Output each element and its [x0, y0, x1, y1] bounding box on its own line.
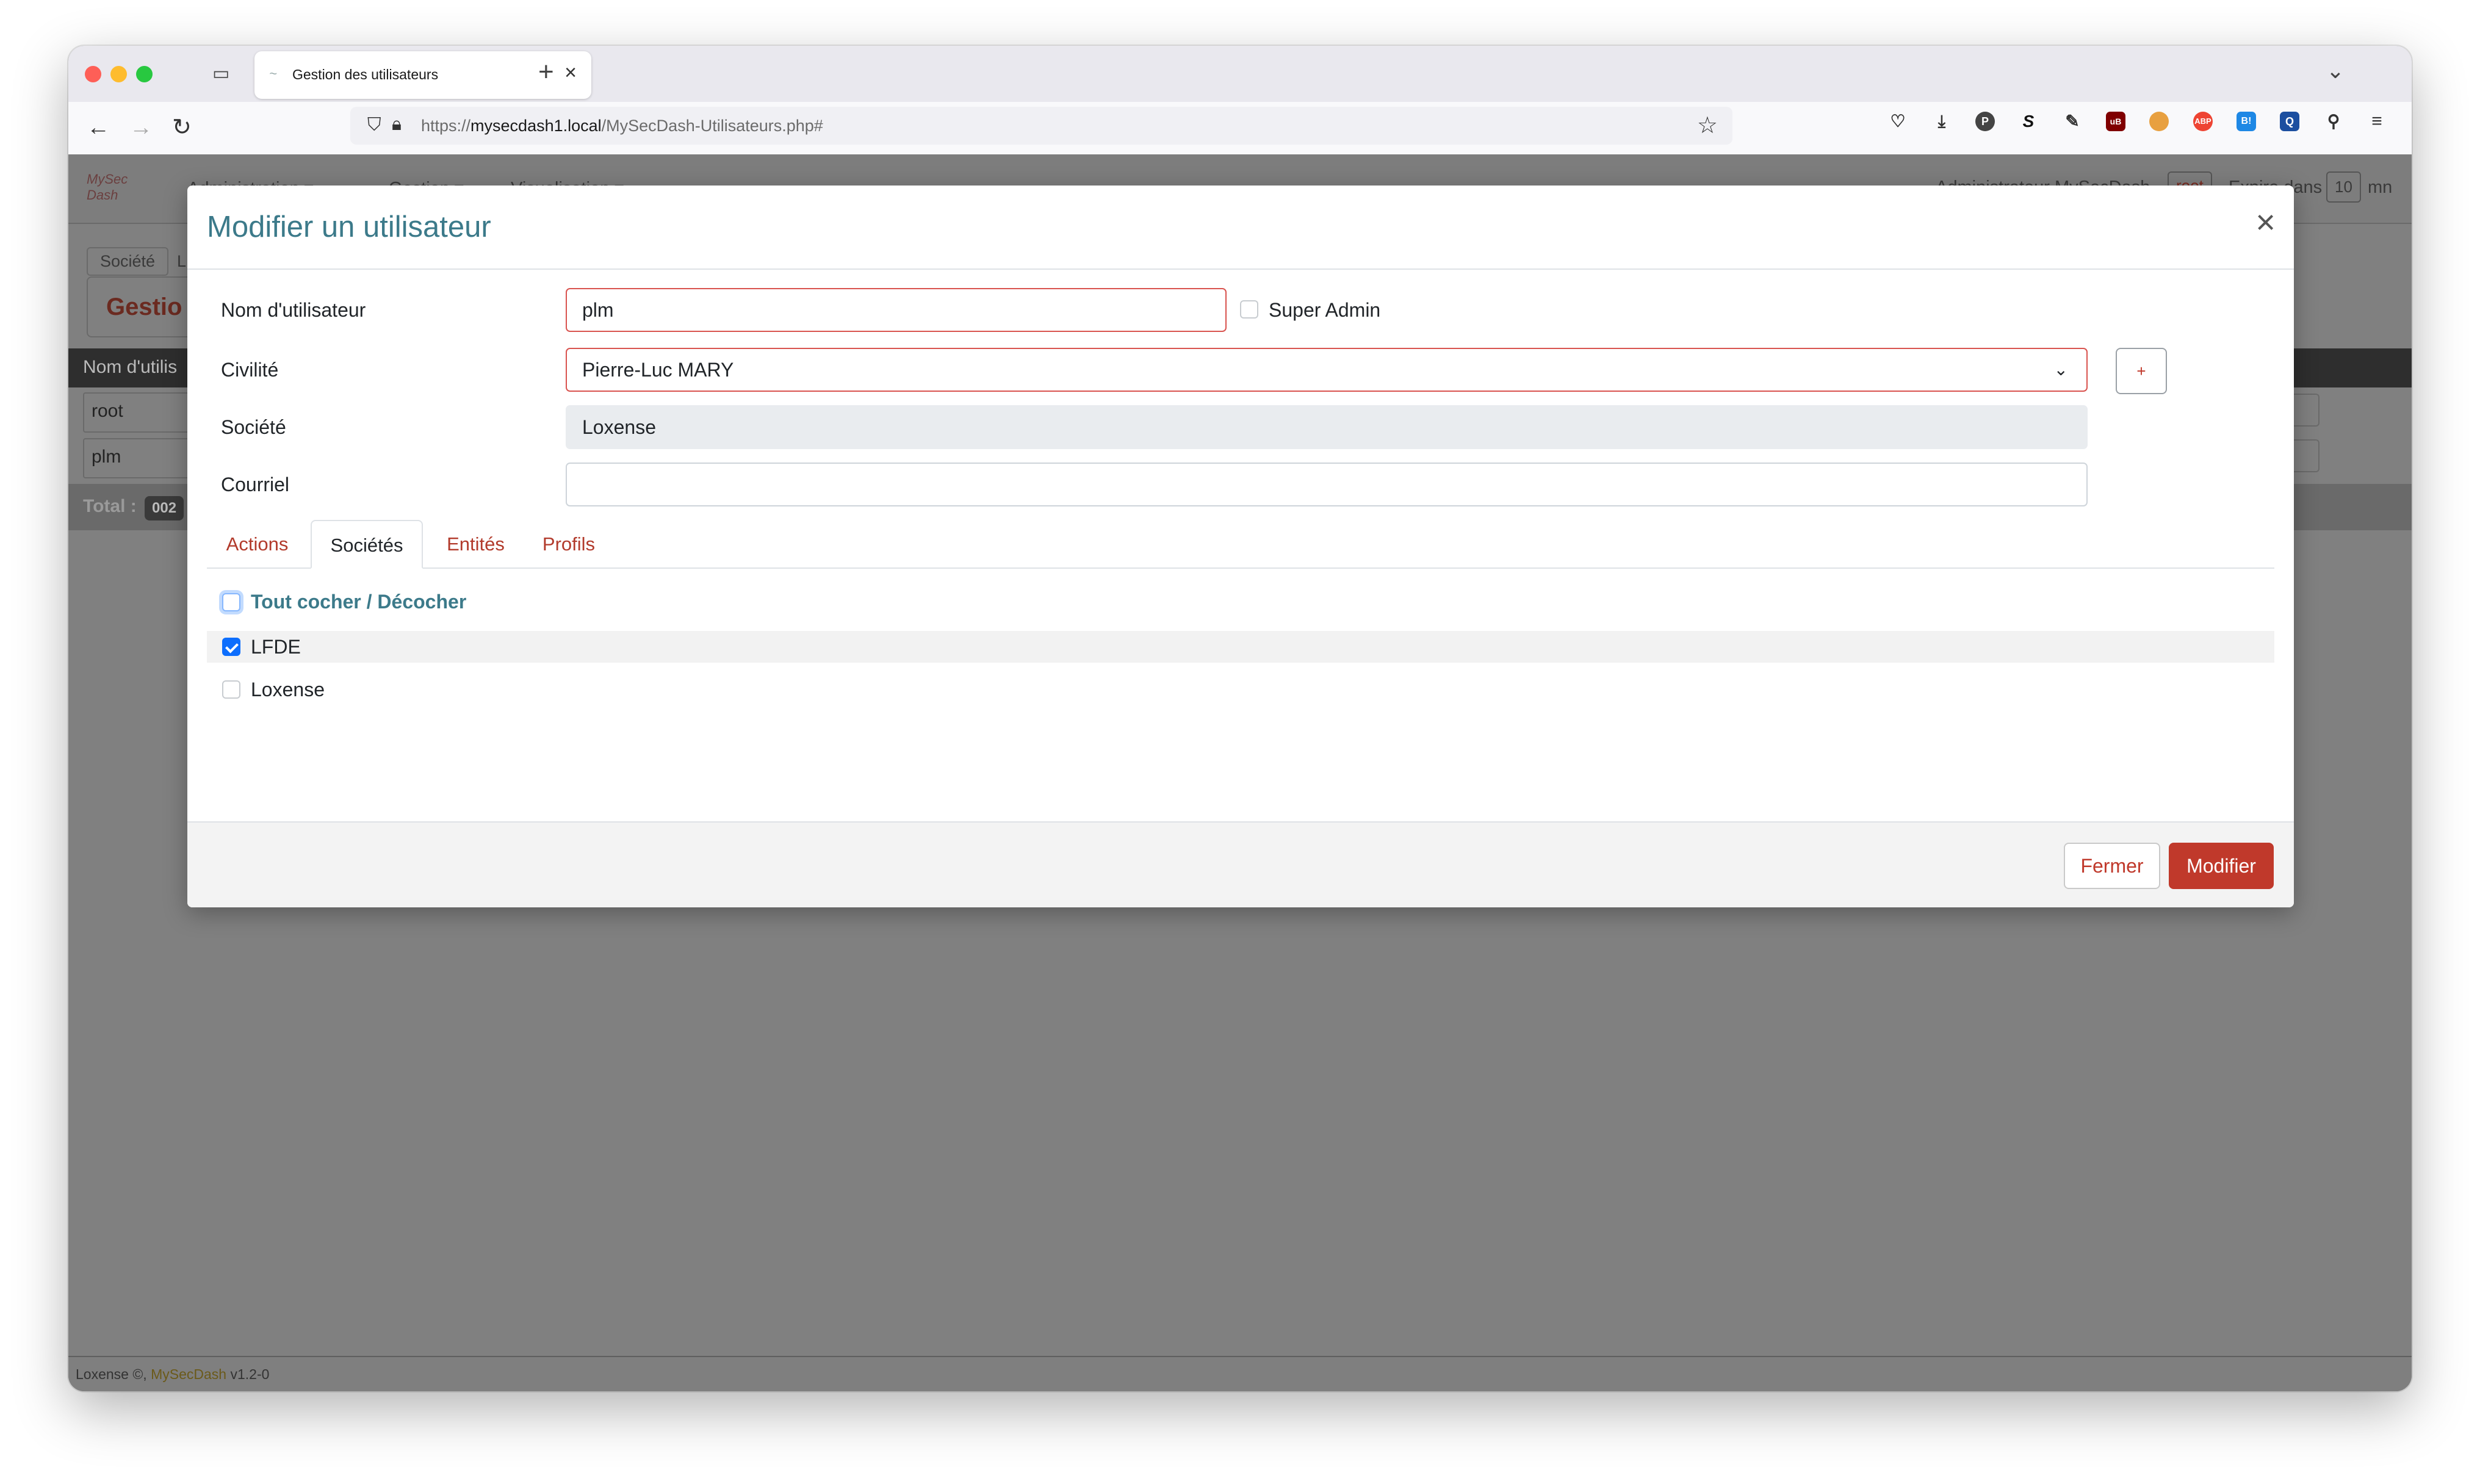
add-civility-button[interactable]: +: [2116, 348, 2167, 394]
close-window-button[interactable]: [85, 66, 101, 82]
company-field: Loxense: [566, 405, 2088, 449]
list-item-label: Loxense: [251, 679, 325, 701]
abp-icon[interactable]: ABP: [2193, 112, 2213, 131]
download-icon[interactable]: ⤓: [1932, 112, 1952, 131]
chevron-down-icon: ⌄: [2053, 360, 2068, 379]
close-button[interactable]: Fermer: [2064, 843, 2160, 889]
favicon-icon: ~: [269, 66, 277, 81]
table-header-username: Nom d'utilis: [83, 357, 178, 377]
modal-header: Modifier un utilisateur ×: [187, 186, 2294, 270]
lock-icon[interactable]: 🔒︎: [392, 114, 402, 135]
section-title-text: Gestio: [106, 294, 182, 320]
forward-arrow-icon[interactable]: →: [129, 114, 153, 141]
pocket-icon[interactable]: ♡: [1888, 112, 1908, 131]
tab-title: Gestion des utilisateurs: [292, 67, 439, 82]
modal-footer: Fermer Modifier: [187, 821, 2294, 907]
shield-icon[interactable]: ⛉: [367, 115, 381, 135]
total-badge: 002: [145, 496, 184, 520]
extensions-icon[interactable]: ⚲: [2324, 112, 2343, 131]
email-label: Courriel: [221, 474, 290, 495]
reload-icon[interactable]: ↻: [172, 114, 192, 141]
list-item-label: LFDE: [251, 636, 301, 658]
civility-select[interactable]: Pierre-Luc MARY ⌄: [566, 348, 2088, 392]
app-logo: MySec Dash: [87, 171, 128, 203]
civility-value: Pierre-Luc MARY: [582, 359, 734, 381]
chevron-down-icon[interactable]: ⌄: [2326, 58, 2345, 84]
breadcrumb[interactable]: Société: [87, 247, 169, 276]
tab-entites[interactable]: Entités: [425, 520, 526, 569]
table-cell-username: plm: [92, 447, 121, 467]
table-cell-username: root: [92, 401, 123, 421]
close-icon[interactable]: ×: [2255, 205, 2276, 239]
tab-profils[interactable]: Profils: [526, 520, 611, 569]
username-input[interactable]: plm: [566, 288, 1227, 332]
back-arrow-icon[interactable]: ←: [87, 114, 110, 141]
lfde-checkbox[interactable]: [222, 638, 240, 656]
breadcrumb-next[interactable]: L: [177, 252, 186, 271]
p-extension-icon[interactable]: P: [1975, 112, 1995, 131]
super-admin-label: Super Admin: [1269, 299, 1381, 321]
civility-label: Civilité: [221, 359, 279, 381]
modal-title: Modifier un utilisateur: [207, 211, 491, 243]
tab-bar: ▭ ~ Gestion des utilisateurs × + ⌄: [68, 46, 2412, 102]
url-text: https://mysecdash1.local/MySecDash-Utili…: [421, 117, 823, 135]
zoom-window-button[interactable]: [136, 66, 153, 82]
list-item[interactable]: Loxense: [207, 674, 2274, 705]
menu-icon[interactable]: ≡: [2367, 112, 2387, 131]
address-bar[interactable]: ⛉ 🔒︎ https://mysecdash1.local/MySecDash-…: [350, 107, 1732, 145]
monkey-icon[interactable]: [2149, 112, 2169, 131]
loxense-checkbox[interactable]: [222, 680, 240, 699]
email-input[interactable]: [566, 463, 2088, 506]
app-footer: Loxense ©, MySecDash v1.2-0: [68, 1356, 2412, 1391]
footer-company: Loxense: [76, 1366, 129, 1382]
q-extension-icon[interactable]: Q: [2280, 112, 2299, 131]
toggle-all-checkbox[interactable]: [222, 593, 240, 611]
submit-button[interactable]: Modifier: [2169, 843, 2274, 889]
edit-user-modal: Modifier un utilisateur × Nom d'utilisat…: [187, 186, 2294, 907]
list-item[interactable]: LFDE: [207, 631, 2274, 663]
tab-societes[interactable]: Sociétés: [311, 520, 423, 569]
expire-unit: mn: [2368, 178, 2393, 197]
new-tab-button[interactable]: +: [538, 57, 554, 87]
minimize-window-button[interactable]: [110, 66, 127, 82]
tab-actions[interactable]: Actions: [207, 520, 308, 569]
footer-version: v1.2-0: [230, 1366, 270, 1382]
ublock-icon[interactable]: uB: [2106, 112, 2125, 131]
super-admin-checkbox[interactable]: [1240, 300, 1258, 319]
footer-text: Loxense ©, MySecDash v1.2-0: [76, 1366, 270, 1382]
tab-close-icon[interactable]: ×: [564, 61, 577, 85]
company-label: Société: [221, 416, 286, 438]
toggle-all-label[interactable]: Tout cocher / Décocher: [251, 591, 466, 613]
s-extension-icon[interactable]: S: [2019, 112, 2038, 131]
footer-product: MySecDash: [151, 1366, 227, 1382]
tab-overview-icon[interactable]: ▭: [212, 64, 232, 84]
username-label: Nom d'utilisateur: [221, 299, 366, 321]
pen-icon[interactable]: ✎: [2063, 112, 2082, 131]
expire-value: 10: [2326, 171, 2361, 203]
total-label: Total :: [83, 496, 137, 516]
bookmark-star-icon[interactable]: ☆: [1697, 112, 1718, 139]
bi-icon[interactable]: B!: [2237, 112, 2256, 131]
